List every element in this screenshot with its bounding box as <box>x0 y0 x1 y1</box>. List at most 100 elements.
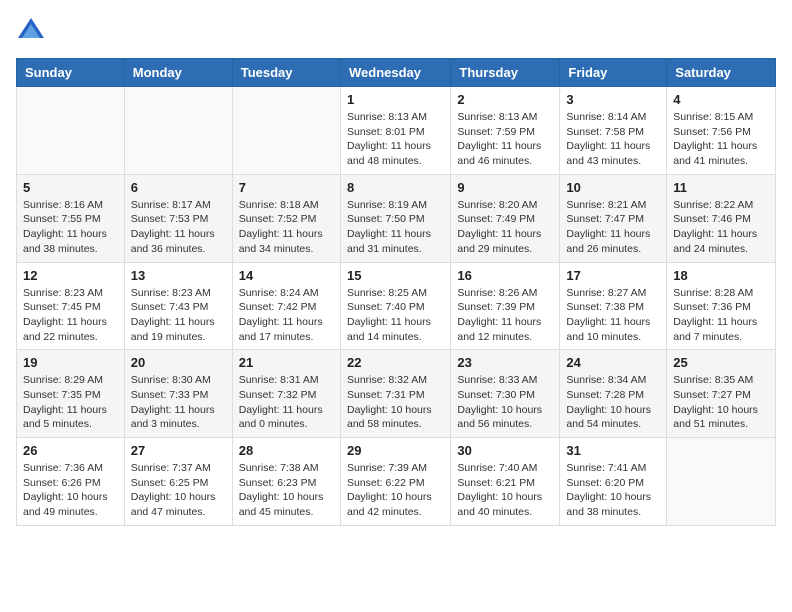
day-number: 3 <box>566 92 660 107</box>
day-number: 14 <box>239 268 334 283</box>
day-cell: 13 Sunrise: 8:23 AM Sunset: 7:43 PM Dayli… <box>124 262 232 350</box>
day-number: 27 <box>131 443 226 458</box>
day-number: 31 <box>566 443 660 458</box>
day-number: 10 <box>566 180 660 195</box>
day-cell <box>232 87 340 175</box>
day-number: 5 <box>23 180 118 195</box>
day-number: 25 <box>673 355 769 370</box>
day-cell: 2 Sunrise: 8:13 AM Sunset: 7:59 PM Daylig… <box>451 87 560 175</box>
day-number: 12 <box>23 268 118 283</box>
day-info: Sunrise: 8:25 AM Sunset: 7:40 PM Dayligh… <box>347 286 444 345</box>
day-number: 13 <box>131 268 226 283</box>
day-cell: 16 Sunrise: 8:26 AM Sunset: 7:39 PM Dayli… <box>451 262 560 350</box>
week-row-1: 5 Sunrise: 8:16 AM Sunset: 7:55 PM Daylig… <box>17 174 776 262</box>
day-info: Sunrise: 8:13 AM Sunset: 7:59 PM Dayligh… <box>457 110 553 169</box>
day-cell: 9Sunrise: 8:20 AM Sunset: 7:49 PM Daylig… <box>451 174 560 262</box>
day-cell: 21 Sunrise: 8:31 AM Sunset: 7:32 PM Dayli… <box>232 350 340 438</box>
day-cell: 1 Sunrise: 8:13 AM Sunset: 8:01 PM Daylig… <box>340 87 450 175</box>
logo <box>16 16 50 46</box>
day-info: Sunrise: 8:28 AM Sunset: 7:36 PM Dayligh… <box>673 286 769 345</box>
day-info: Sunrise: 8:22 AM Sunset: 7:46 PM Dayligh… <box>673 198 769 257</box>
week-row-4: 26 Sunrise: 7:36 AM Sunset: 6:26 PM Dayli… <box>17 438 776 526</box>
day-number: 28 <box>239 443 334 458</box>
day-cell: 19Sunrise: 8:29 AM Sunset: 7:35 PM Dayli… <box>17 350 125 438</box>
day-number: 17 <box>566 268 660 283</box>
day-info: Sunrise: 8:31 AM Sunset: 7:32 PM Dayligh… <box>239 373 334 432</box>
day-info: Sunrise: 7:38 AM Sunset: 6:23 PM Dayligh… <box>239 461 334 520</box>
day-info: Sunrise: 7:41 AM Sunset: 6:20 PM Dayligh… <box>566 461 660 520</box>
day-number: 26 <box>23 443 118 458</box>
day-cell: 24 Sunrise: 8:34 AM Sunset: 7:28 PM Dayli… <box>560 350 667 438</box>
day-number: 4 <box>673 92 769 107</box>
weekday-header-thursday: Thursday <box>451 59 560 87</box>
day-cell: 7 Sunrise: 8:18 AM Sunset: 7:52 PM Daylig… <box>232 174 340 262</box>
day-info: Sunrise: 7:37 AM Sunset: 6:25 PM Dayligh… <box>131 461 226 520</box>
day-info: Sunrise: 8:34 AM Sunset: 7:28 PM Dayligh… <box>566 373 660 432</box>
day-number: 15 <box>347 268 444 283</box>
day-number: 19 <box>23 355 118 370</box>
day-cell: 12 Sunrise: 8:23 AM Sunset: 7:45 PM Dayli… <box>17 262 125 350</box>
day-info: Sunrise: 7:40 AM Sunset: 6:21 PM Dayligh… <box>457 461 553 520</box>
day-number: 20 <box>131 355 226 370</box>
weekday-header-saturday: Saturday <box>667 59 776 87</box>
day-cell: 22 Sunrise: 8:32 AM Sunset: 7:31 PM Dayli… <box>340 350 450 438</box>
day-info: Sunrise: 8:24 AM Sunset: 7:42 PM Dayligh… <box>239 286 334 345</box>
day-info: Sunrise: 8:23 AM Sunset: 7:43 PM Dayligh… <box>131 286 226 345</box>
weekday-header-tuesday: Tuesday <box>232 59 340 87</box>
day-cell: 10Sunrise: 8:21 AM Sunset: 7:47 PM Dayli… <box>560 174 667 262</box>
day-cell: 23 Sunrise: 8:33 AM Sunset: 7:30 PM Dayli… <box>451 350 560 438</box>
day-info: Sunrise: 8:13 AM Sunset: 8:01 PM Dayligh… <box>347 110 444 169</box>
day-number: 30 <box>457 443 553 458</box>
day-cell: 29 Sunrise: 7:39 AM Sunset: 6:22 PM Dayli… <box>340 438 450 526</box>
day-info: Sunrise: 8:26 AM Sunset: 7:39 PM Dayligh… <box>457 286 553 345</box>
day-cell: 20 Sunrise: 8:30 AM Sunset: 7:33 PM Dayli… <box>124 350 232 438</box>
day-info: Sunrise: 8:14 AM Sunset: 7:58 PM Dayligh… <box>566 110 660 169</box>
day-cell: 28 Sunrise: 7:38 AM Sunset: 6:23 PM Dayli… <box>232 438 340 526</box>
day-info: Sunrise: 8:30 AM Sunset: 7:33 PM Dayligh… <box>131 373 226 432</box>
day-number: 1 <box>347 92 444 107</box>
logo-icon <box>16 16 46 46</box>
day-number: 2 <box>457 92 553 107</box>
day-info: Sunrise: 8:16 AM Sunset: 7:55 PM Dayligh… <box>23 198 118 257</box>
day-info: Sunrise: 8:32 AM Sunset: 7:31 PM Dayligh… <box>347 373 444 432</box>
day-info: Sunrise: 7:39 AM Sunset: 6:22 PM Dayligh… <box>347 461 444 520</box>
day-cell: 3 Sunrise: 8:14 AM Sunset: 7:58 PM Daylig… <box>560 87 667 175</box>
day-number: 24 <box>566 355 660 370</box>
weekday-header-monday: Monday <box>124 59 232 87</box>
day-info: Sunrise: 7:36 AM Sunset: 6:26 PM Dayligh… <box>23 461 118 520</box>
day-number: 22 <box>347 355 444 370</box>
day-cell: 31 Sunrise: 7:41 AM Sunset: 6:20 PM Dayli… <box>560 438 667 526</box>
day-cell: 8Sunrise: 8:19 AM Sunset: 7:50 PM Daylig… <box>340 174 450 262</box>
day-cell: 4 Sunrise: 8:15 AM Sunset: 7:56 PM Daylig… <box>667 87 776 175</box>
day-info: Sunrise: 8:33 AM Sunset: 7:30 PM Dayligh… <box>457 373 553 432</box>
page-header <box>16 16 776 46</box>
day-info: Sunrise: 8:18 AM Sunset: 7:52 PM Dayligh… <box>239 198 334 257</box>
weekday-header-row: SundayMondayTuesdayWednesdayThursdayFrid… <box>17 59 776 87</box>
day-number: 11 <box>673 180 769 195</box>
day-cell: 11 Sunrise: 8:22 AM Sunset: 7:46 PM Dayli… <box>667 174 776 262</box>
weekday-header-sunday: Sunday <box>17 59 125 87</box>
weekday-header-friday: Friday <box>560 59 667 87</box>
day-cell <box>124 87 232 175</box>
day-cell: 6Sunrise: 8:17 AM Sunset: 7:53 PM Daylig… <box>124 174 232 262</box>
day-info: Sunrise: 8:23 AM Sunset: 7:45 PM Dayligh… <box>23 286 118 345</box>
week-row-0: 1 Sunrise: 8:13 AM Sunset: 8:01 PM Daylig… <box>17 87 776 175</box>
week-row-3: 19Sunrise: 8:29 AM Sunset: 7:35 PM Dayli… <box>17 350 776 438</box>
day-info: Sunrise: 8:15 AM Sunset: 7:56 PM Dayligh… <box>673 110 769 169</box>
day-info: Sunrise: 8:20 AM Sunset: 7:49 PM Dayligh… <box>457 198 553 257</box>
day-cell: 26 Sunrise: 7:36 AM Sunset: 6:26 PM Dayli… <box>17 438 125 526</box>
day-number: 23 <box>457 355 553 370</box>
day-cell: 27 Sunrise: 7:37 AM Sunset: 6:25 PM Dayli… <box>124 438 232 526</box>
day-cell: 14 Sunrise: 8:24 AM Sunset: 7:42 PM Dayli… <box>232 262 340 350</box>
day-number: 21 <box>239 355 334 370</box>
day-number: 7 <box>239 180 334 195</box>
week-row-2: 12 Sunrise: 8:23 AM Sunset: 7:45 PM Dayli… <box>17 262 776 350</box>
day-cell: 5 Sunrise: 8:16 AM Sunset: 7:55 PM Daylig… <box>17 174 125 262</box>
day-cell: 18 Sunrise: 8:28 AM Sunset: 7:36 PM Dayli… <box>667 262 776 350</box>
day-info: Sunrise: 8:27 AM Sunset: 7:38 PM Dayligh… <box>566 286 660 345</box>
day-number: 16 <box>457 268 553 283</box>
day-number: 29 <box>347 443 444 458</box>
day-number: 18 <box>673 268 769 283</box>
day-cell: 30 Sunrise: 7:40 AM Sunset: 6:21 PM Dayli… <box>451 438 560 526</box>
day-cell <box>17 87 125 175</box>
